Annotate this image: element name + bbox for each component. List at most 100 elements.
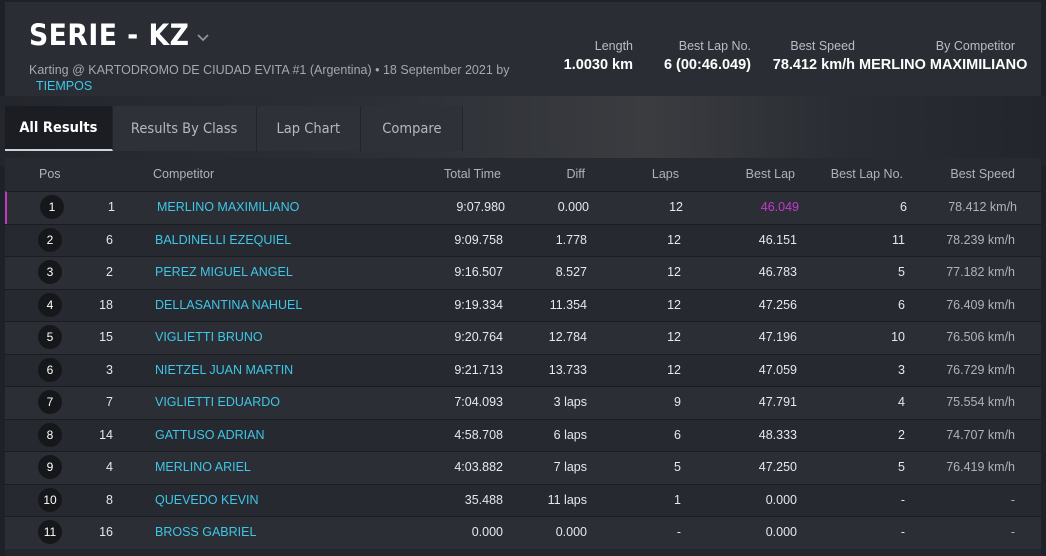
- best-speed: 78.239 km/h: [946, 232, 1015, 247]
- laps: 12: [667, 265, 681, 279]
- column-header-diff[interactable]: Diff: [485, 167, 585, 181]
- best-lap-no: 6: [900, 200, 907, 214]
- table-header: Pos Competitor Total Time Diff Laps Best…: [5, 158, 1041, 191]
- stat-length-label: Length: [594, 39, 633, 53]
- best-lap: 47.256: [758, 297, 797, 312]
- table-row[interactable]: 8 14 GATTUSO ADRIAN 4:58.708 6 laps 6 48.333 2 7…: [5, 418, 1041, 451]
- best-lap: 46.151: [758, 232, 797, 247]
- best-speed: 75.554 km/h: [946, 395, 1015, 409]
- position-badge: 3: [38, 260, 62, 284]
- stat-by-competitor: By Competitor MERLINO MAXIMILIANO: [855, 38, 1027, 76]
- column-header-laps[interactable]: Laps: [579, 167, 679, 181]
- competitor-link[interactable]: PEREZ MIGUEL ANGEL: [155, 265, 293, 279]
- position-badge: 8: [38, 422, 62, 447]
- best-lap: 47.250: [758, 460, 797, 474]
- competitor-link[interactable]: MERLINO MAXIMILIANO: [157, 200, 299, 214]
- event-stats: Length 1.0030 km Best Lap No. 6 (00:46.0…: [531, 38, 1028, 76]
- event-header: SERIE - KZ Karting @ KARTODROMO DE CIUDA…: [5, 2, 1041, 96]
- diff: 6 laps: [553, 427, 587, 442]
- best-lap-no: 10: [891, 330, 905, 344]
- stat-best-speed: Best Speed 78.412 km/h: [751, 38, 855, 76]
- best-lap: 46.783: [758, 265, 797, 279]
- table-row[interactable]: 9 4 MERLINO ARIEL 4:03.882 7 laps 5 47.250 5 76.…: [5, 451, 1041, 484]
- best-lap: 47.791: [758, 395, 797, 409]
- diff: 1.778: [555, 232, 587, 247]
- table-row[interactable]: 5 15 VIGLIETTI BRUNO 9:20.764 12.784 12 47.196…: [5, 321, 1041, 354]
- laps: 9: [674, 395, 681, 409]
- position-badge: 6: [38, 357, 62, 382]
- competitor-link[interactable]: QUEVEDO KEVIN: [155, 493, 259, 507]
- table-row[interactable]: 1 1 MERLINO MAXIMILIANO 9:07.980 0.000 12 46.0…: [5, 191, 1041, 224]
- diff: 12.784: [548, 330, 587, 344]
- tab-results-by-class-label: Results By Class: [131, 120, 238, 137]
- kart-number: 18: [99, 297, 113, 312]
- laps: 12: [667, 232, 681, 247]
- laps: 12: [667, 330, 681, 344]
- tab-lap-chart-label: Lap Chart: [276, 120, 341, 137]
- chevron-down-icon[interactable]: [195, 30, 211, 46]
- tab-results-by-class[interactable]: Results By Class: [113, 106, 257, 151]
- column-header-best-lap-no[interactable]: Best Lap No.: [803, 167, 903, 181]
- position-badge: 9: [38, 455, 62, 479]
- stat-best-speed-value: 78.412 km/h: [772, 57, 855, 73]
- competitor-link[interactable]: GATTUSO ADRIAN: [155, 428, 265, 442]
- stat-length: Length 1.0030 km: [531, 38, 633, 76]
- tab-all-results[interactable]: All Results: [5, 106, 113, 151]
- table-row[interactable]: 4 18 DELLASANTINA NAHUEL 9:19.334 11.354 12 47…: [5, 288, 1041, 321]
- position-badge: 1: [40, 195, 64, 219]
- table-row[interactable]: 6 3 NIETZEL JUAN MARTIN 9:21.713 13.733 12 47.…: [5, 353, 1041, 386]
- diff: 13.733: [548, 362, 587, 377]
- competitor-link[interactable]: VIGLIETTI EDUARDO: [155, 395, 280, 409]
- tab-lap-chart[interactable]: Lap Chart: [257, 106, 361, 151]
- table-row[interactable]: 7 7 VIGLIETTI EDUARDO 7:04.093 3 laps 9 47.791…: [5, 386, 1041, 419]
- column-header-competitor[interactable]: Competitor: [153, 167, 214, 181]
- table-row[interactable]: 10 8 QUEVEDO KEVIN 35.488 11 laps 1 0.000- -: [5, 483, 1041, 516]
- best-lap-no: 5: [898, 265, 905, 279]
- column-header-pos[interactable]: Pos: [39, 167, 61, 181]
- laps: 12: [669, 200, 683, 214]
- competitor-link[interactable]: MERLINO ARIEL: [155, 460, 251, 474]
- column-header-best-speed[interactable]: Best Speed: [915, 167, 1015, 181]
- best-lap: 48.333: [758, 427, 797, 442]
- best-speed: 76.409 km/h: [946, 297, 1015, 312]
- diff: 11.354: [549, 297, 587, 312]
- tab-all-results-label: All Results: [19, 119, 98, 136]
- diff: 7 laps: [553, 460, 587, 474]
- laps: 5: [674, 460, 681, 474]
- stat-by-competitor-label: By Competitor: [935, 39, 1015, 53]
- title-row: SERIE - KZ: [29, 18, 211, 52]
- results-table: Pos Competitor Total Time Diff Laps Best…: [5, 158, 1041, 556]
- stat-best-speed-label: Best Speed: [790, 39, 855, 53]
- laps: 1: [674, 492, 681, 507]
- tab-compare-label: Compare: [381, 120, 442, 137]
- table-row[interactable]: 2 6 BALDINELLI EZEQUIEL 9:09.758 1.778 12 46.1…: [5, 223, 1041, 256]
- diff: 3 laps: [553, 395, 587, 409]
- best-lap: 47.059: [758, 362, 797, 377]
- competitor-link[interactable]: VIGLIETTI BRUNO: [155, 330, 263, 344]
- competitor-link[interactable]: BALDINELLI EZEQUIEL: [155, 233, 291, 247]
- table-row[interactable]: 11 16 BROSS GABRIEL 0.000 0.000-0.000- -: [5, 516, 1041, 549]
- laps: 12: [667, 297, 681, 312]
- column-header-best-lap[interactable]: Best Lap: [695, 167, 795, 181]
- best-lap: 47.196: [758, 330, 797, 344]
- tab-compare[interactable]: Compare: [361, 106, 463, 151]
- position-badge: 5: [38, 325, 62, 349]
- position-badge: 2: [38, 227, 62, 252]
- table-row[interactable]: 3 2 PEREZ MIGUEL ANGEL 9:16.507 8.527 12 46.78…: [5, 256, 1041, 289]
- page-title: SERIE - KZ: [29, 18, 190, 52]
- diff: 8.527: [555, 265, 587, 279]
- position-badge: 10: [38, 487, 62, 512]
- competitor-link[interactable]: BROSS GABRIEL: [155, 525, 256, 539]
- timing-provider-link[interactable]: TIEMPOS: [36, 79, 92, 93]
- kart-number: 14: [99, 427, 113, 442]
- stat-length-value: 1.0030 km: [563, 57, 633, 73]
- competitor-link[interactable]: DELLASANTINA NAHUEL: [155, 298, 302, 312]
- best-lap-no: -: [900, 525, 905, 539]
- best-speed: -: [1010, 492, 1015, 507]
- best-speed: 74.707 km/h: [946, 427, 1015, 442]
- results-tabs: All Results Results By Class Lap Chart C…: [5, 106, 463, 151]
- kart-number: 1: [108, 200, 115, 214]
- competitor-link[interactable]: NIETZEL JUAN MARTIN: [155, 363, 293, 377]
- best-lap-no: 2: [898, 427, 905, 442]
- laps: 12: [667, 362, 681, 377]
